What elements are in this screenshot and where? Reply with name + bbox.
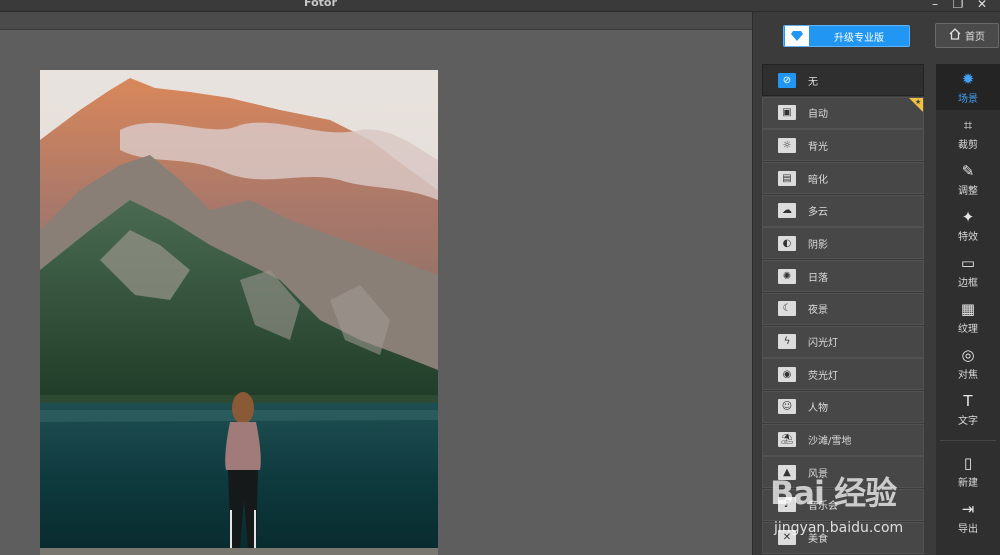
- tool-label: 裁剪: [958, 139, 978, 151]
- tool-crop[interactable]: ⌗ 裁剪: [936, 110, 1000, 156]
- close-button[interactable]: ✕: [973, 0, 991, 11]
- tool-label: 边框: [958, 277, 978, 289]
- scene-item[interactable]: ☼ 背光: [762, 129, 924, 162]
- scene-item[interactable]: ▤ 暗化: [762, 162, 924, 195]
- tool-pencil[interactable]: ✎ 调整: [936, 156, 1000, 202]
- home-button[interactable]: 首页: [935, 23, 999, 48]
- upgrade-pro-button[interactable]: 升级专业版: [783, 25, 910, 47]
- tool-divider: [940, 440, 996, 441]
- scene-label: 背光: [808, 141, 828, 153]
- minimize-button[interactable]: –: [926, 0, 944, 11]
- scene-item[interactable]: ▣ 自动 ★: [762, 96, 924, 129]
- tool-texture[interactable]: ▦ 纹理: [936, 294, 1000, 340]
- sparkle-icon: ✦: [961, 207, 975, 226]
- scene-item[interactable]: ◉ 荧光灯: [762, 358, 924, 391]
- scene-label: 阴影: [808, 239, 828, 251]
- tool-label: 对焦: [958, 369, 978, 381]
- tool-label: 文字: [958, 415, 978, 427]
- frame-icon: ▭: [960, 253, 976, 272]
- tool-new-file[interactable]: ▯ 新建: [936, 448, 1000, 494]
- scene-label: 荧光灯: [808, 370, 838, 382]
- pencil-icon: ✎: [961, 161, 975, 180]
- edited-photo: [40, 70, 438, 555]
- person-icon: ☺: [778, 399, 796, 415]
- scene-label: 无: [808, 76, 818, 88]
- tool-sun[interactable]: ✹ 场景: [936, 64, 1000, 110]
- home-icon: [949, 28, 961, 43]
- scene-label: 暗化: [808, 174, 828, 186]
- scene-label: 夜景: [808, 305, 828, 317]
- diamond-icon: [785, 26, 809, 46]
- tool-label: 调整: [958, 185, 978, 197]
- scene-item[interactable]: ϟ 闪光灯: [762, 325, 924, 358]
- new-file-icon: ▯: [963, 453, 973, 472]
- tool-export[interactable]: ⇥ 导出: [936, 494, 1000, 540]
- backlight-icon: ☼: [778, 137, 796, 153]
- tool-label: 导出: [958, 523, 978, 535]
- scene-label: 人物: [808, 403, 828, 415]
- sun-icon: ✹: [961, 69, 975, 88]
- pro-badge: ★: [909, 97, 923, 112]
- camera-icon: ▣: [778, 105, 796, 121]
- no-icon: ⊘: [778, 72, 796, 88]
- tool-label: 场景: [958, 93, 978, 105]
- restore-button[interactable]: ❐: [949, 0, 967, 11]
- photo-canvas[interactable]: [0, 31, 752, 555]
- cloud-icon: ☁: [778, 203, 796, 219]
- scene-item[interactable]: ⛱ 沙滩/雪地: [762, 423, 924, 456]
- texture-icon: ▦: [960, 299, 976, 318]
- title-bar: Fotor – ❐ ✕: [0, 0, 1000, 12]
- upgrade-label: 升级专业版: [834, 32, 884, 44]
- scene-item[interactable]: ☺ 人物: [762, 390, 924, 423]
- sunset-icon: ✺: [778, 268, 796, 284]
- flash-icon: ϟ: [778, 334, 796, 349]
- scene-label: 日落: [808, 272, 828, 284]
- scene-label: 多云: [808, 207, 828, 219]
- crop-icon: ⌗: [963, 115, 973, 134]
- fotor-app-window: Fotor – ❐ ✕ 升级专业版 首页 ⊘ 无 ▣ 自动 ★ ☼ 背光 ▤ 暗…: [0, 0, 1000, 555]
- tool-frame[interactable]: ▭ 边框: [936, 248, 1000, 294]
- tool-label: 纹理: [958, 323, 978, 335]
- scene-item[interactable]: ✺ 日落: [762, 260, 924, 293]
- tool-label: 特效: [958, 231, 978, 243]
- tool-label: 新建: [958, 477, 978, 489]
- landscape-photo-image: [40, 70, 438, 555]
- app-title: Fotor: [304, 0, 337, 9]
- fluorescent-icon: ◉: [778, 366, 796, 382]
- darken-icon: ▤: [778, 170, 796, 186]
- scene-item[interactable]: ◐ 阴影: [762, 227, 924, 260]
- home-label: 首页: [965, 32, 985, 43]
- baidu-watermark-brand: Bai 经验: [770, 474, 897, 512]
- scene-label: 闪光灯: [808, 338, 838, 349]
- tool-column: ✹ 场景 ⌗ 裁剪 ✎ 调整 ✦ 特效 ▭ 边框 ▦ 纹理 ◎ 对焦 T 文字 ▯ 新建 ⇥ 导出: [936, 64, 1000, 555]
- scene-item[interactable]: ☁ 多云: [762, 194, 924, 227]
- text-icon: T: [963, 391, 973, 410]
- focus-icon: ◎: [961, 345, 975, 364]
- tool-text[interactable]: T 文字: [936, 386, 1000, 432]
- scene-item[interactable]: ☾ 夜景: [762, 292, 924, 325]
- export-icon: ⇥: [961, 499, 975, 518]
- tool-sparkle[interactable]: ✦ 特效: [936, 202, 1000, 248]
- scene-item[interactable]: ⊘ 无: [762, 64, 924, 96]
- scene-label: 沙滩/雪地: [808, 436, 852, 448]
- tool-focus[interactable]: ◎ 对焦: [936, 340, 1000, 386]
- baidu-watermark-url: jingyan.baidu.com: [774, 520, 904, 536]
- shadow-icon: ◐: [778, 235, 796, 251]
- beach-icon: ⛱: [778, 432, 796, 448]
- scene-label: 自动: [808, 109, 828, 121]
- night-icon: ☾: [778, 301, 796, 317]
- top-toolbar: [0, 12, 752, 30]
